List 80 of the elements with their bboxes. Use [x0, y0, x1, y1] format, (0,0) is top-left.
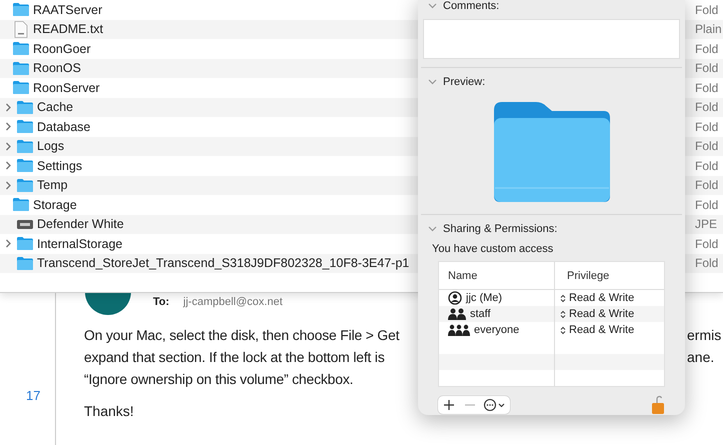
privilege-value[interactable]: Read & Write — [569, 308, 634, 320]
file-kind: Fold — [695, 256, 718, 270]
file-name[interactable]: RAATServer — [33, 2, 102, 17]
file-kind: Fold — [695, 61, 718, 76]
user-name: everyone — [474, 324, 520, 336]
section-title[interactable]: Preview: — [443, 76, 486, 88]
file-name[interactable]: Defender White — [37, 217, 124, 232]
closing-text: Thanks! — [84, 403, 134, 419]
file-kind: Fold — [695, 178, 718, 192]
email-text-fragment: ane. — [687, 348, 714, 367]
file-name[interactable]: RoonServer — [33, 80, 100, 95]
email-text-line: “Ignore ownership on this volume” checkbox. — [84, 370, 354, 389]
file-kind: Fold — [695, 100, 718, 114]
file-kind: Fold — [695, 198, 718, 212]
user-name: jjc (Me) — [466, 292, 502, 304]
privilege-value[interactable]: Read & Write — [569, 324, 634, 336]
chevron-right-icon[interactable] — [5, 122, 12, 132]
chevron-down-icon[interactable] — [428, 226, 437, 232]
file-kind: Fold — [695, 158, 718, 173]
email-text-line: expand that section. If the lock at the bottom left is — [84, 348, 386, 367]
folder-icon — [16, 178, 34, 193]
group-icon — [448, 308, 466, 320]
file-name[interactable]: Temp — [37, 178, 68, 192]
folder-icon — [16, 100, 34, 115]
stepper-icon[interactable] — [560, 310, 566, 319]
folder-preview-icon — [492, 100, 612, 204]
file-name[interactable]: Storage — [33, 198, 77, 212]
file-kind: Fold — [695, 120, 718, 134]
stepper-icon[interactable] — [560, 326, 566, 335]
file-name[interactable]: Cache — [37, 100, 74, 114]
file-kind: Plain — [695, 22, 722, 36]
group-icon — [448, 324, 470, 336]
chevron-right-icon[interactable] — [5, 239, 12, 248]
folder-icon — [12, 41, 30, 56]
folder-icon — [16, 119, 34, 134]
chevron-right-icon[interactable] — [5, 180, 12, 190]
chevron-down-icon[interactable] — [428, 79, 437, 86]
stepper-icon[interactable] — [560, 294, 566, 303]
to-label: To: — [153, 296, 170, 308]
line-number: 17 — [26, 388, 40, 403]
chevron-right-icon[interactable] — [5, 102, 12, 112]
section-title[interactable]: Comments: — [443, 0, 500, 12]
file-name[interactable]: Settings — [37, 158, 82, 173]
file-name[interactable]: RoonOS — [33, 61, 81, 76]
user-name: staff — [470, 308, 491, 320]
file-kind: Fold — [695, 2, 718, 17]
folder-icon — [12, 80, 30, 96]
section-title[interactable]: Sharing & Permissions: — [443, 223, 558, 236]
drive-icon — [16, 218, 34, 231]
folder-icon — [12, 2, 30, 18]
column-header[interactable]: Privilege — [555, 262, 664, 290]
file-kind: Fold — [695, 80, 718, 95]
email-text-line: On your Mac, select the disk, then choose File > Get — [84, 326, 400, 345]
lock-icon[interactable] — [651, 395, 665, 416]
comments-field[interactable] — [423, 19, 680, 60]
folder-icon — [12, 60, 30, 76]
folder-icon — [16, 256, 34, 271]
user-icon — [448, 291, 462, 306]
access-note: You have custom access — [431, 242, 554, 258]
folder-icon — [16, 236, 34, 252]
folder-icon — [16, 138, 34, 154]
file-name[interactable]: Transcend_StoreJet_Transcend_S318J9DF802328_10F8-3E47-p1 — [37, 256, 410, 270]
column-header[interactable]: Name — [439, 262, 555, 290]
chevron-right-icon[interactable] — [5, 161, 12, 170]
file-name[interactable]: README.txt — [33, 22, 104, 36]
folder-icon — [16, 158, 34, 174]
file-name[interactable]: RoonGoer — [33, 42, 91, 56]
folder-icon — [12, 197, 30, 212]
chevron-right-icon[interactable] — [5, 142, 12, 151]
file-kind: Fold — [695, 236, 718, 251]
file-name[interactable]: InternalStorage — [37, 236, 122, 251]
email-text-fragment: ermis — [687, 326, 722, 345]
file-name[interactable]: Logs — [37, 139, 64, 154]
file-kind: Fold — [695, 42, 718, 56]
file-name[interactable]: Database — [37, 120, 91, 134]
file-kind: JPE — [695, 217, 718, 232]
recipient-address: jj-campbell@cox.net — [183, 296, 283, 308]
file-kind: Fold — [695, 139, 718, 154]
chevron-down-icon[interactable] — [428, 3, 437, 9]
privilege-value[interactable]: Read & Write — [569, 292, 634, 304]
